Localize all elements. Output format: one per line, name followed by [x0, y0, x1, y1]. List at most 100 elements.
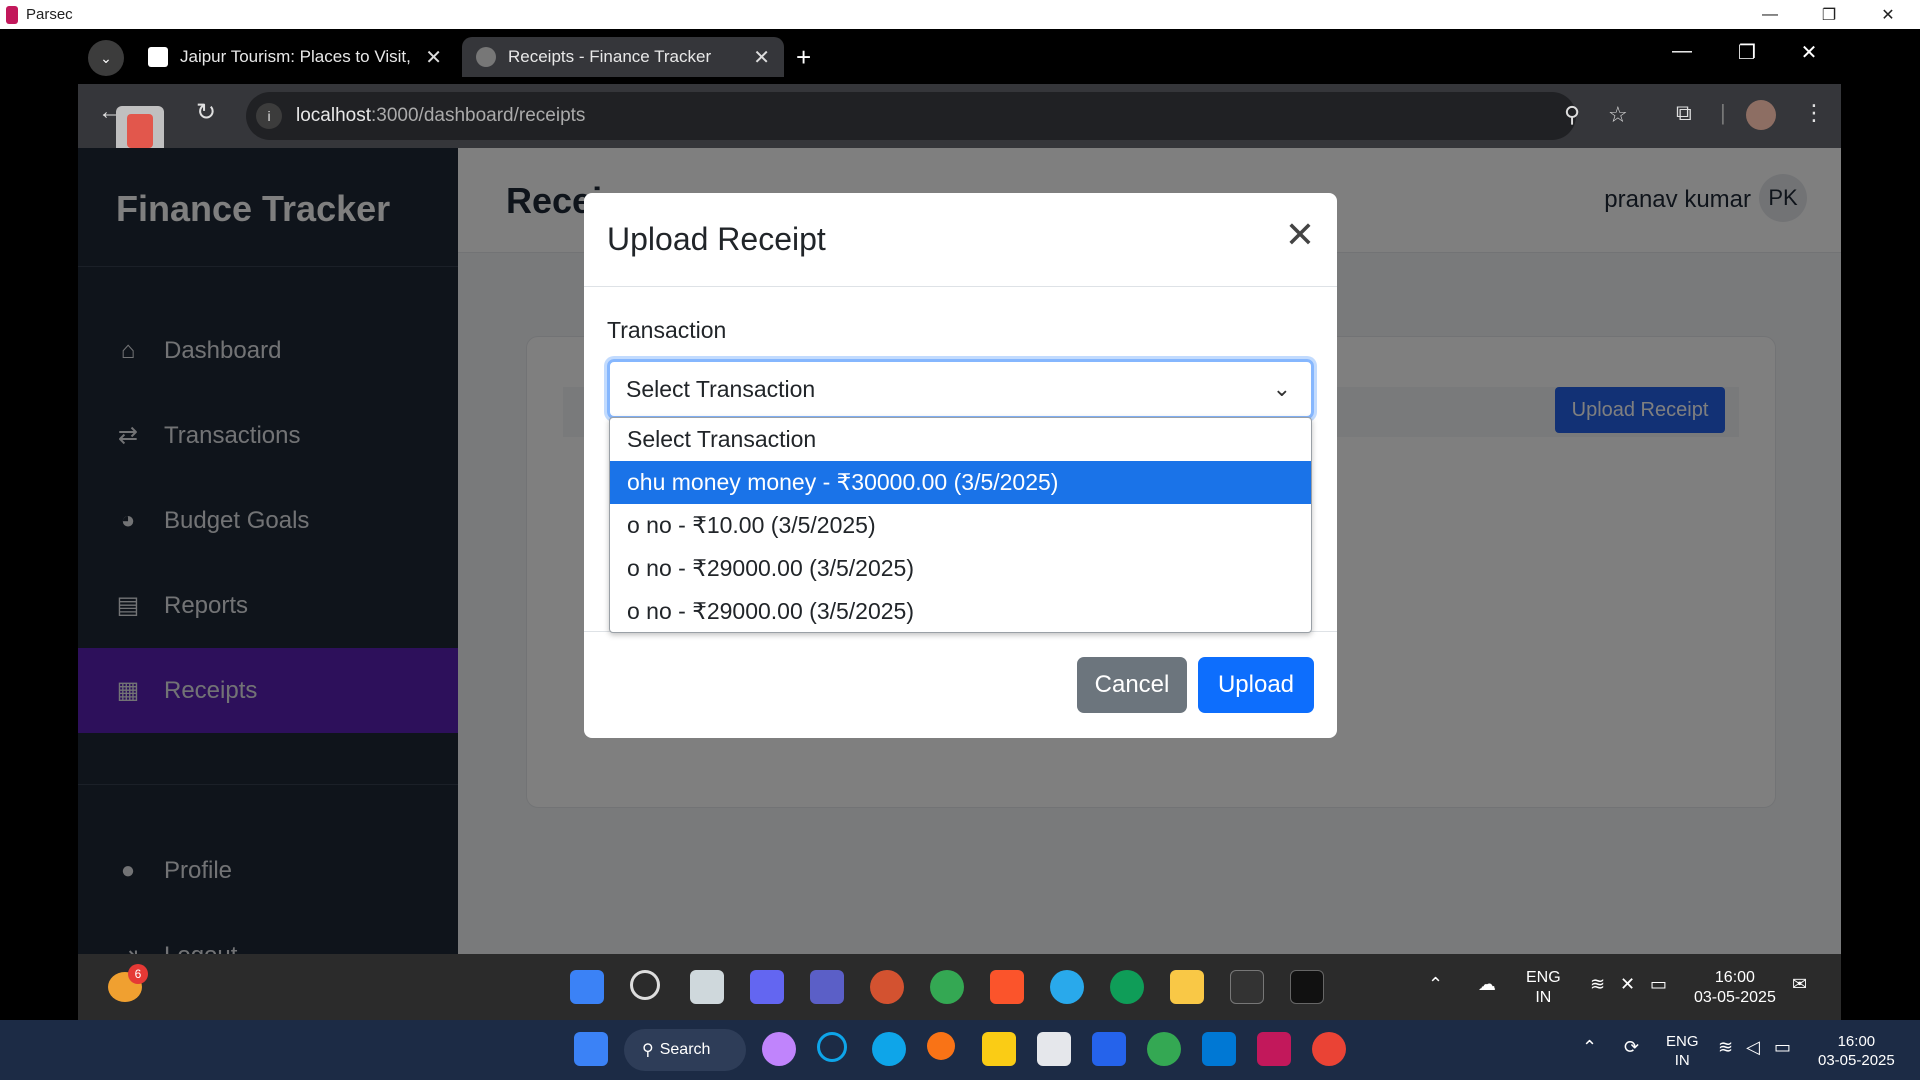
profile-avatar[interactable]: [1746, 100, 1776, 130]
app-icon[interactable]: [1290, 970, 1324, 1004]
notification-badge: 6: [128, 964, 148, 984]
file-explorer-icon[interactable]: [982, 1032, 1016, 1066]
modal-header-divider: [584, 286, 1337, 287]
cortana-icon[interactable]: [817, 1032, 847, 1062]
option-o-no-29000[interactable]: o no - ₹29000.00 (3/5/2025): [610, 547, 1311, 590]
parsec-icon[interactable]: [1257, 1032, 1291, 1066]
browser-restore-button[interactable]: ❐: [1727, 40, 1767, 65]
option-ohu-money[interactable]: ohu money money - ₹30000.00 (3/5/2025): [610, 461, 1311, 504]
clock-date: 03-05-2025: [1694, 989, 1776, 1006]
terminal-icon[interactable]: [1230, 970, 1264, 1004]
remote-taskbar: 6 ⌃ ☁ ENG IN ≋ ✕ ▭ 16:00 03-05-2025 ✉: [78, 954, 1841, 1020]
wifi-icon[interactable]: ≋: [1590, 974, 1605, 994]
reload-icon[interactable]: ↻: [196, 98, 216, 127]
new-tab-button[interactable]: +: [796, 42, 811, 73]
chevron-down-icon: ⌄: [1272, 376, 1291, 401]
parsec-title: Parsec: [26, 6, 73, 23]
search-label: Search: [659, 1041, 711, 1058]
start-icon[interactable]: [574, 1032, 608, 1066]
chrome-icon[interactable]: [1312, 1032, 1346, 1066]
search-box[interactable]: ⚲ Search: [624, 1029, 746, 1071]
clock[interactable]: 16:00 03-05-2025: [1694, 968, 1776, 1008]
toolbar-divider: |: [1720, 100, 1726, 125]
parsec-close-button[interactable]: ✕: [1866, 0, 1910, 29]
chrome-icon[interactable]: [930, 970, 964, 1004]
edge-icon[interactable]: [1110, 970, 1144, 1004]
parsec-minimize-button[interactable]: —: [1748, 0, 1792, 29]
tab-label: Jaipur Tourism: Places to Visit, S: [180, 47, 416, 66]
browser-close-button[interactable]: ✕: [1789, 40, 1829, 65]
meet-icon[interactable]: [750, 970, 784, 1004]
url-text: localhost:3000/dashboard/receipts: [296, 105, 585, 127]
lang-bottom: IN: [1674, 1052, 1690, 1069]
bookmark-star-icon[interactable]: ☆: [1608, 102, 1628, 128]
modal-title: Upload Receipt: [607, 221, 826, 257]
lang-top: ENG: [1666, 1033, 1699, 1050]
clock-time: 16:00: [1714, 969, 1755, 986]
option-o-no-10[interactable]: o no - ₹10.00 (3/5/2025): [610, 504, 1311, 547]
brave-icon[interactable]: [990, 970, 1024, 1004]
extensions-icon[interactable]: ⧉: [1676, 100, 1692, 126]
search-icon: ⚲: [642, 1042, 654, 1059]
file-explorer-icon[interactable]: [1170, 970, 1204, 1004]
browser-minimize-button[interactable]: —: [1662, 40, 1702, 63]
address-bar[interactable]: i localhost:3000/dashboard/receipts ⚲ ☆: [246, 92, 1628, 140]
tab-label: Receipts - Finance Tracker: [508, 47, 712, 66]
upload-button[interactable]: Upload: [1198, 657, 1314, 713]
lang-bottom: IN: [1535, 989, 1552, 1006]
battery-icon[interactable]: ▭: [1650, 974, 1667, 994]
app-icon[interactable]: [1092, 1032, 1126, 1066]
site-favicon-icon: [148, 47, 168, 67]
clock[interactable]: 16:00 03-05-2025: [1818, 1032, 1895, 1070]
teams-icon[interactable]: [810, 970, 844, 1004]
chevron-up-icon[interactable]: ⌃: [1428, 974, 1443, 994]
notification-icon[interactable]: ✉: [1792, 974, 1807, 994]
parsec-logo-icon: [6, 5, 18, 24]
host-taskbar: ⚲ Search ⌃ ⟳ ENG IN ≋ ◁ ▭ 16:00 03-05-2025: [0, 1020, 1920, 1080]
mute-icon[interactable]: ✕: [1620, 974, 1635, 994]
chevron-up-icon[interactable]: ⌃: [1582, 1038, 1597, 1057]
task-view-icon[interactable]: [690, 970, 724, 1004]
parsec-title-bar: Parsec — ❐ ✕: [0, 0, 1920, 29]
tab-jaipur-tourism[interactable]: Jaipur Tourism: Places to Visit, S ✕: [134, 37, 456, 77]
transaction-label: Transaction: [607, 317, 727, 343]
clock-time: 16:00: [1837, 1033, 1876, 1050]
copilot-icon[interactable]: [762, 1032, 796, 1066]
language-indicator[interactable]: ENG IN: [1666, 1032, 1699, 1070]
vscode-icon[interactable]: [1202, 1032, 1236, 1066]
store-icon[interactable]: [1037, 1032, 1071, 1066]
transaction-options-list: Select Transaction ohu money money - ₹30…: [609, 417, 1312, 633]
parsec-restore-button[interactable]: ❐: [1807, 0, 1851, 29]
tab-close-icon[interactable]: ✕: [425, 45, 442, 70]
cancel-button[interactable]: Cancel: [1077, 657, 1187, 713]
clock-date: 03-05-2025: [1818, 1052, 1895, 1069]
lang-top: ENG: [1526, 969, 1561, 986]
wifi-icon[interactable]: ≋: [1718, 1038, 1733, 1057]
chrome-icon[interactable]: [1147, 1032, 1181, 1066]
onedrive-icon[interactable]: ☁: [1478, 974, 1496, 994]
start-icon[interactable]: [570, 970, 604, 1004]
tab-search-dropdown-button[interactable]: ⌄: [88, 40, 124, 76]
tab-close-icon[interactable]: ✕: [753, 45, 770, 70]
select-value: Select Transaction: [626, 375, 816, 402]
edge-icon[interactable]: [872, 1032, 906, 1066]
battery-icon[interactable]: ▭: [1774, 1038, 1791, 1057]
search-app-icon[interactable]: [927, 1032, 955, 1060]
telegram-icon[interactable]: [1050, 970, 1084, 1004]
option-o-no-29000-2[interactable]: o no - ₹29000.00 (3/5/2025): [610, 590, 1311, 632]
tab-receipts[interactable]: Receipts - Finance Tracker ✕: [462, 37, 784, 77]
sync-icon[interactable]: ⟳: [1624, 1038, 1639, 1057]
language-indicator[interactable]: ENG IN: [1526, 968, 1561, 1008]
close-icon[interactable]: ✕: [1285, 217, 1315, 253]
url-host: localhost: [296, 105, 371, 126]
powerpoint-icon[interactable]: [870, 970, 904, 1004]
volume-icon[interactable]: ◁: [1746, 1038, 1760, 1057]
globe-icon: [476, 47, 496, 67]
option-select-transaction[interactable]: Select Transaction: [610, 418, 1311, 461]
zoom-icon[interactable]: ⚲: [1564, 102, 1580, 128]
transaction-select[interactable]: Select Transaction ⌄: [607, 359, 1314, 419]
search-icon[interactable]: [630, 970, 660, 1000]
site-info-icon[interactable]: i: [256, 103, 282, 129]
browser-menu-icon[interactable]: ⋮: [1803, 100, 1825, 126]
url-path: :3000/dashboard/receipts: [371, 105, 586, 126]
